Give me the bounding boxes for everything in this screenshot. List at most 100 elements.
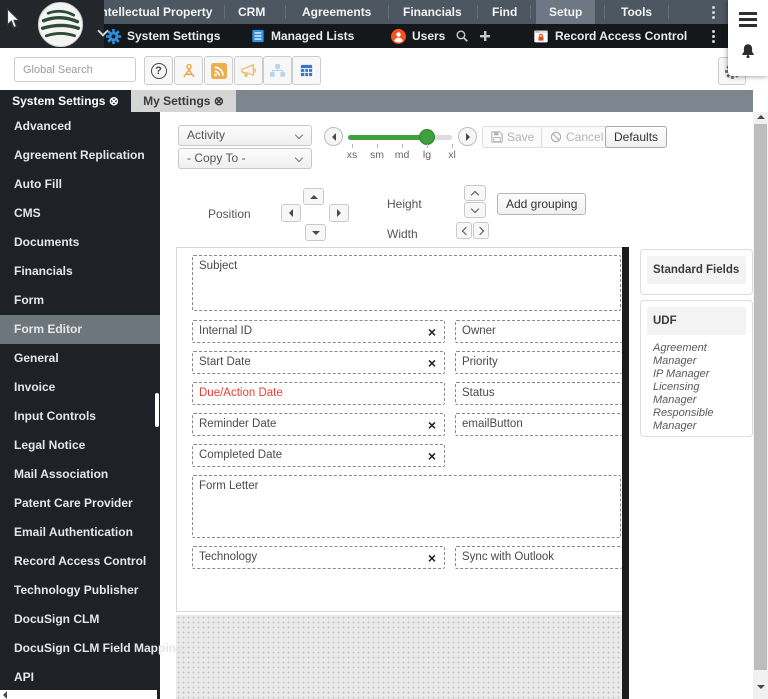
announcements-button[interactable] (234, 56, 263, 85)
sidebar-item-api[interactable]: API (0, 663, 160, 692)
submenu-managed-lists[interactable]: Managed Lists (251, 24, 354, 48)
position-down-button[interactable] (305, 224, 326, 241)
menu-separator (668, 5, 669, 19)
height-decrease-button[interactable] (464, 202, 486, 218)
sidebar-item-form-editor[interactable]: Form Editor (0, 315, 160, 344)
position-left-button[interactable] (281, 204, 301, 222)
menu-find[interactable]: Find (492, 0, 517, 24)
remove-field-icon[interactable]: × (428, 416, 436, 434)
standard-fields-header[interactable]: Standard Fields (647, 256, 746, 284)
form-field-internal-id[interactable]: Internal ID × (192, 320, 445, 343)
remove-field-icon[interactable]: × (428, 549, 436, 567)
sidebar-item-email-authentication[interactable]: Email Authentication (0, 518, 160, 547)
sidebar-item-form[interactable]: Form (0, 286, 160, 315)
org-users-button[interactable] (263, 56, 292, 85)
sidebar-item-legal-notice[interactable]: Legal Notice (0, 431, 160, 460)
scroll-down-icon[interactable] (757, 685, 765, 689)
form-field-technology[interactable]: Technology × (192, 546, 445, 569)
position-right-button[interactable] (329, 204, 349, 222)
save-button[interactable]: Save (482, 126, 544, 148)
size-slider-track[interactable] (348, 135, 452, 140)
udf-header[interactable]: UDF (647, 307, 746, 335)
size-increase-button[interactable] (458, 127, 477, 146)
tab-my-settings[interactable]: My Settings ⊗ (131, 90, 236, 112)
rss-feed-button[interactable] (204, 56, 233, 85)
copy-to-select[interactable]: - Copy To - (178, 148, 312, 169)
menu-setup[interactable]: Setup (536, 0, 596, 24)
tab-system-settings[interactable]: System Settings ⊗ (0, 90, 131, 112)
form-field-completed-date[interactable]: Completed Date × (192, 444, 445, 467)
tab-close-icon[interactable]: ⊗ (214, 94, 224, 108)
remove-field-icon[interactable]: × (428, 447, 436, 465)
form-field-priority[interactable]: Priority (455, 351, 622, 374)
sidebar-item-general[interactable]: General (0, 344, 160, 373)
form-field-subject[interactable]: Subject (192, 255, 621, 311)
form-field-due-action-date[interactable]: Due/Action Date (192, 382, 445, 405)
global-search-input[interactable] (14, 57, 136, 82)
sidebar-item-patent-care-provider[interactable]: Patent Care Provider (0, 489, 160, 518)
sidebar-item-docusign-clm[interactable]: DocuSign CLM (0, 605, 160, 634)
overflow-dots-icon[interactable] (712, 6, 716, 21)
submenu-system-settings[interactable]: System Settings (106, 24, 220, 48)
menu-financials[interactable]: Financials (403, 0, 462, 24)
sidebar-item-auto-fill[interactable]: Auto Fill (0, 170, 160, 199)
overflow-dots-icon[interactable] (712, 30, 716, 45)
agent-person-button[interactable] (174, 56, 203, 85)
form-field-form-letter[interactable]: Form Letter (192, 475, 621, 538)
sidebar-item-cms[interactable]: CMS (0, 199, 160, 228)
udf-item-ip-manager[interactable]: IP Manager (653, 368, 740, 381)
width-increase-button[interactable] (473, 222, 489, 239)
user-search-icon[interactable] (455, 24, 469, 48)
height-increase-button[interactable] (464, 185, 486, 201)
sidebar-scrollbar-thumb[interactable] (155, 393, 159, 427)
size-decrease-button[interactable] (324, 127, 343, 146)
sidebar-item-documents[interactable]: Documents (0, 228, 160, 257)
tab-close-icon[interactable]: ⊗ (109, 94, 119, 108)
hamburger-menu-icon[interactable] (739, 12, 757, 30)
sidebar-item-mail-association[interactable]: Mail Association (0, 460, 160, 489)
sidebar-item-record-access-control[interactable]: Record Access Control (0, 547, 160, 576)
width-decrease-button[interactable] (456, 222, 472, 239)
form-field-status[interactable]: Status (455, 382, 622, 405)
defaults-button[interactable]: Defaults (605, 126, 668, 148)
form-field-reminder-date[interactable]: Reminder Date × (192, 413, 445, 436)
menu-tools[interactable]: Tools (621, 0, 652, 24)
sidebar-horizontal-scrollbar[interactable] (0, 690, 157, 699)
sidebar-item-input-controls[interactable]: Input Controls (0, 402, 160, 431)
udf-item-responsible-manager[interactable]: Responsible Manager (653, 407, 740, 433)
menu-crm[interactable]: CRM (238, 0, 265, 24)
add-user-plus-icon[interactable] (479, 24, 491, 48)
sidebar-item-advanced[interactable]: Advanced (0, 112, 160, 141)
add-grouping-button[interactable]: Add grouping (497, 193, 587, 215)
size-slider-knob[interactable] (419, 129, 435, 145)
sidebar-item-technology-publisher[interactable]: Technology Publisher (0, 576, 160, 605)
cancel-button[interactable]: Cancel (541, 126, 613, 148)
menu-intellectual-property[interactable]: Intellectual Property (97, 0, 212, 24)
form-field-sync-with-outlook[interactable]: Sync with Outlook (455, 546, 622, 569)
sidebar-item-agreement-replication[interactable]: Agreement Replication (0, 141, 160, 170)
sidebar-item-financials[interactable]: Financials (0, 257, 160, 286)
submenu-users[interactable]: Users (391, 24, 445, 48)
page-scrollbar[interactable] (753, 112, 768, 699)
scroll-left-icon[interactable] (3, 691, 7, 699)
remove-field-icon[interactable]: × (428, 354, 436, 372)
menu-agreements[interactable]: Agreements (302, 0, 371, 24)
sidebar-item-docusign-clm-field-mapping[interactable]: DocuSign CLM Field Mapping (0, 634, 183, 663)
form-canvas-scrollbar[interactable] (622, 247, 629, 699)
remove-field-icon[interactable]: × (428, 323, 436, 341)
form-field-start-date[interactable]: Start Date × (192, 351, 445, 374)
udf-item-licensing-manager[interactable]: Licensing Manager (653, 381, 740, 407)
calendar-button[interactable] (292, 56, 321, 85)
page-scrollbar-thumb[interactable] (754, 124, 767, 670)
company-logo[interactable] (36, 1, 85, 48)
scroll-up-icon[interactable] (757, 115, 765, 119)
submenu-record-access-control[interactable]: Record Access Control (533, 24, 687, 48)
position-up-button[interactable] (303, 188, 324, 205)
form-field-owner[interactable]: Owner (455, 320, 622, 343)
bell-icon[interactable] (740, 42, 756, 60)
record-type-select[interactable]: Activity (178, 125, 312, 146)
help-button[interactable]: ? (144, 56, 173, 85)
form-field-email-button[interactable]: emailButton (455, 413, 622, 436)
udf-item-agreement-manager[interactable]: Agreement Manager (653, 342, 740, 368)
sidebar-item-invoice[interactable]: Invoice (0, 373, 160, 402)
